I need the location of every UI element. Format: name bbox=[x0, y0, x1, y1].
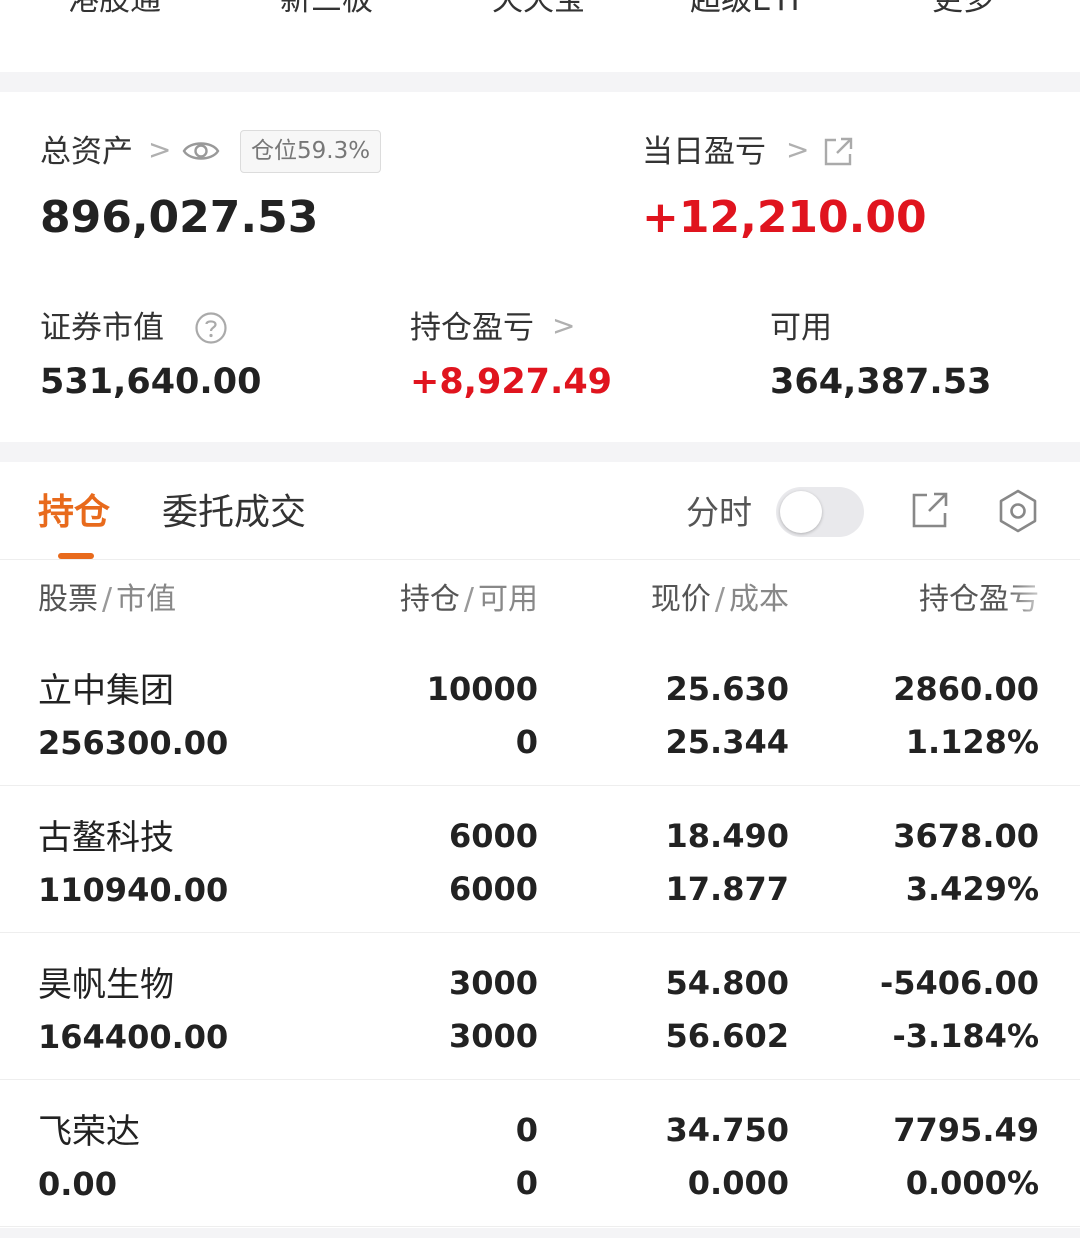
holding-pl-percent: 1.128% bbox=[905, 723, 1039, 761]
section-divider bbox=[0, 1228, 1080, 1238]
gear-icon[interactable] bbox=[996, 489, 1040, 533]
holding-pl-percent: 3.429% bbox=[905, 870, 1039, 908]
chevron-right-icon[interactable]: > bbox=[552, 306, 575, 346]
active-tab-indicator bbox=[58, 553, 94, 559]
holding-qty: 10000 bbox=[426, 670, 538, 708]
holding-pl-amount: 3678.00 bbox=[893, 817, 1039, 855]
table-row[interactable]: 古鳌科技 110940.00 6000 6000 18.490 17.877 3… bbox=[0, 786, 1080, 933]
holding-pl-amount: -5406.00 bbox=[879, 964, 1039, 1002]
header-holding: 持仓 bbox=[399, 582, 460, 617]
eye-icon[interactable] bbox=[182, 136, 220, 166]
total-assets-label[interactable]: 总资产 bbox=[40, 132, 133, 172]
stock-name: 立中集团 bbox=[38, 671, 174, 711]
position-ratio-badge: 仓位59.3% bbox=[240, 130, 382, 173]
quick-nav-super-etf[interactable]: 超级ETF bbox=[690, 0, 808, 20]
timeshare-label: 分时 bbox=[686, 493, 752, 532]
holding-pl-value: +8,927.49 bbox=[410, 362, 613, 402]
holdings-page: 港股通 新三板 天天宝 超级ETF 更多 总资产 > 仓位59.3% 当日盈亏 … bbox=[0, 0, 1080, 1238]
share-external-icon[interactable] bbox=[822, 136, 854, 168]
holdings-table-header: 股票 / 市值 持仓 / 可用 现价 / 成本 持仓盈亏 bbox=[0, 560, 1080, 642]
stock-market-value: 0.00 bbox=[38, 1165, 117, 1203]
cost-price: 0.000 bbox=[687, 1164, 789, 1202]
toggle-knob bbox=[780, 491, 822, 533]
market-value-label: 证券市值 bbox=[40, 310, 164, 346]
holding-qty: 3000 bbox=[448, 964, 538, 1002]
section-divider bbox=[0, 72, 1080, 92]
chevron-right-icon[interactable]: > bbox=[148, 130, 171, 170]
asset-summary-card: 总资产 > 仓位59.3% 当日盈亏 > 896,027.53 +12,210.… bbox=[0, 92, 1080, 442]
quick-nav: 港股通 新三板 天天宝 超级ETF 更多 bbox=[0, 0, 1080, 72]
header-stock-market-value[interactable]: 股票 / 市值 bbox=[38, 580, 176, 620]
table-row[interactable]: 昊帆生物 164400.00 3000 3000 54.800 56.602 -… bbox=[0, 933, 1080, 1080]
current-price: 54.800 bbox=[665, 964, 789, 1002]
cost-price: 17.877 bbox=[665, 870, 789, 908]
available-qty: 6000 bbox=[448, 870, 538, 908]
header-cost: 成本 bbox=[729, 582, 789, 617]
holding-pl-amount: 7795.49 bbox=[893, 1111, 1039, 1149]
current-price: 34.750 bbox=[665, 1111, 789, 1149]
tab-holdings[interactable]: 持仓 bbox=[38, 490, 110, 536]
chevron-right-icon[interactable]: > bbox=[786, 130, 809, 170]
table-row[interactable]: 飞荣达 0.00 0 0 34.750 0.000 7795.49 0.000% bbox=[0, 1080, 1080, 1227]
header-price: 现价 bbox=[650, 582, 711, 617]
header-available: 可用 bbox=[478, 582, 538, 617]
quick-nav-hk-connect[interactable]: 港股通 bbox=[68, 0, 161, 20]
table-row[interactable]: 立中集团 256300.00 10000 0 25.630 25.344 286… bbox=[0, 639, 1080, 786]
available-label: 可用 bbox=[770, 310, 832, 346]
holding-qty: 6000 bbox=[448, 817, 538, 855]
daily-pl-value: +12,210.00 bbox=[642, 192, 927, 243]
market-value: 531,640.00 bbox=[40, 362, 262, 402]
daily-pl-label[interactable]: 当日盈亏 bbox=[642, 132, 766, 172]
holding-pl-percent: -3.184% bbox=[892, 1017, 1039, 1055]
holding-pl-label[interactable]: 持仓盈亏 bbox=[410, 308, 534, 348]
holding-pl-amount: 2860.00 bbox=[893, 670, 1039, 708]
quick-nav-neeq[interactable]: 新三板 bbox=[280, 0, 373, 20]
header-holding-pl[interactable]: 持仓盈亏 bbox=[919, 580, 1039, 620]
tab-orders-trades[interactable]: 委托成交 bbox=[162, 490, 306, 536]
quick-nav-more[interactable]: 更多 bbox=[932, 0, 994, 20]
timeshare-toggle[interactable] bbox=[776, 487, 864, 537]
stock-name: 昊帆生物 bbox=[38, 965, 174, 1005]
section-divider bbox=[0, 442, 1080, 462]
quick-nav-tiantianbao[interactable]: 天天宝 bbox=[492, 0, 585, 20]
stock-name: 飞荣达 bbox=[38, 1112, 140, 1152]
header-stock: 股票 bbox=[38, 582, 98, 617]
total-assets-value: 896,027.53 bbox=[40, 192, 319, 243]
cost-price: 56.602 bbox=[665, 1017, 789, 1055]
current-price: 25.630 bbox=[665, 670, 789, 708]
current-price: 18.490 bbox=[665, 817, 789, 855]
available-qty: 0 bbox=[515, 723, 538, 761]
stock-market-value: 256300.00 bbox=[38, 724, 229, 762]
holding-pl-percent: 0.000% bbox=[905, 1164, 1039, 1202]
help-circle-icon[interactable] bbox=[194, 311, 228, 345]
stock-name: 古鳌科技 bbox=[38, 818, 174, 858]
available-qty: 3000 bbox=[448, 1017, 538, 1055]
stock-market-value: 110940.00 bbox=[38, 871, 229, 909]
holdings-tabs: 持仓 委托成交 分时 bbox=[0, 462, 1080, 560]
available-qty: 0 bbox=[515, 1164, 538, 1202]
share-external-icon[interactable] bbox=[910, 490, 950, 530]
header-price-cost[interactable]: 现价 / 成本 bbox=[651, 580, 789, 620]
stock-market-value: 164400.00 bbox=[38, 1018, 229, 1056]
holding-qty: 0 bbox=[515, 1111, 538, 1149]
available-value: 364,387.53 bbox=[770, 362, 992, 402]
cost-price: 25.344 bbox=[665, 723, 789, 761]
header-market-value: 市值 bbox=[116, 582, 177, 617]
header-holding-available[interactable]: 持仓 / 可用 bbox=[400, 580, 538, 620]
